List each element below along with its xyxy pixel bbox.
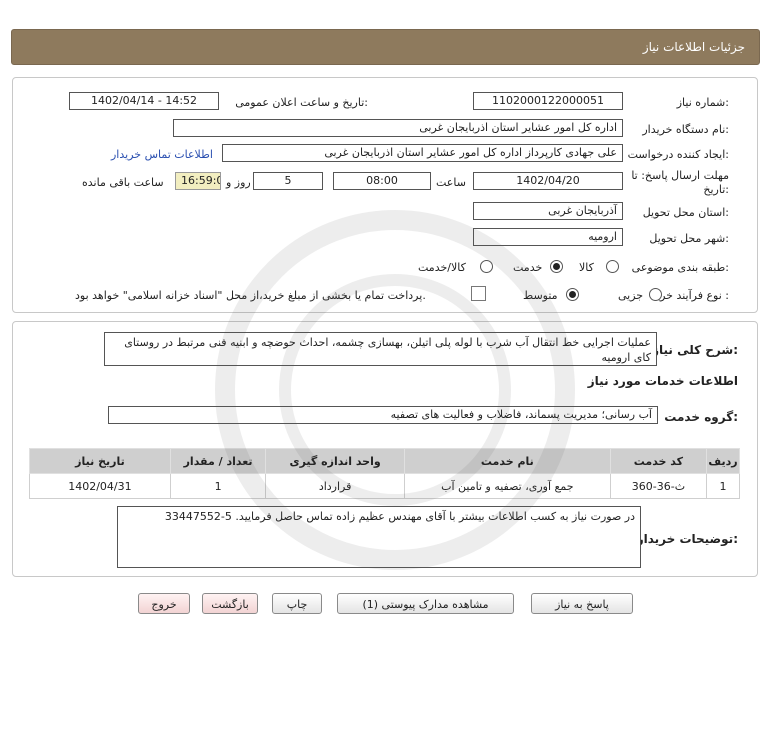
requester-field: علی جهادی کارپرداز اداره کل امور عشایر ا…: [222, 144, 623, 162]
process-option-medium: متوسط: [523, 289, 558, 302]
col-code-header: کد خدمت: [609, 448, 708, 474]
cell-row: 1: [706, 473, 740, 499]
category-label: طبقه بندی موضوعی:: [631, 261, 729, 274]
requester-label: ایجاد کننده درخواست:: [627, 148, 729, 161]
deadline-time-label: ساعت: [436, 176, 466, 189]
process-label: نوع فرآیند خرید :: [651, 289, 729, 302]
deadline-label: مهلت ارسال پاسخ: تا: [631, 169, 729, 182]
col-unit-header: واحد اندازه گیری: [265, 448, 405, 474]
category-option-goods-service: کالا/خدمت: [418, 261, 466, 274]
contact-info-link[interactable]: اطلاعات تماس خریدار: [111, 148, 213, 161]
process-option-minor: جزیی: [618, 289, 644, 302]
process-radio-minor[interactable]: [649, 288, 662, 301]
province-label: استان محل تحویل:: [642, 206, 729, 219]
cell-unit: قرارداد: [265, 473, 405, 499]
col-row-header: ردیف: [706, 448, 740, 474]
days-remaining-field: 5: [253, 172, 323, 190]
need-number-field: 1102000122000051: [473, 92, 623, 110]
col-qty-header: تعداد / مقدار: [169, 448, 267, 474]
announce-field: 1402/04/14 - 14:52: [69, 92, 219, 110]
cell-name: جمع آوری، تصفیه و تامین آب: [403, 473, 611, 499]
province-field: آذربایجان غربی: [473, 202, 623, 220]
announce-label: تاریخ و ساعت اعلان عمومی:: [235, 96, 368, 109]
category-radio-goods[interactable]: [606, 260, 619, 273]
reply-button[interactable]: پاسخ به نیاز: [531, 593, 633, 614]
summary-field: عملیات اجرایی خط انتقال آب شرب با لوله پ…: [104, 332, 657, 366]
page-title: جزئیات اطلاعات نیاز: [642, 40, 745, 54]
process-radio-medium[interactable]: [566, 288, 579, 301]
remaining-time-field: 16:59:03: [175, 172, 221, 190]
service-group-field: آب رسانی؛ مدیریت پسماند، فاضلاب و فعالیت…: [108, 406, 658, 424]
table-row: 1 ث-36-360 جمع آوری، تصفیه و تامین آب قر…: [29, 473, 740, 499]
need-info-panel: شماره نیاز: 1102000122000051 تاریخ و ساع…: [12, 77, 758, 313]
buyer-notes-label: توضیحات خریدار:: [636, 532, 738, 546]
deadline-time-field: 08:00: [333, 172, 431, 190]
services-table: ردیف کد خدمت نام خدمت واحد اندازه گیری ت…: [29, 448, 740, 499]
deadline-date-label: تاریخ:: [703, 183, 729, 196]
buyer-notes-field: در صورت نیاز به کسب اطلاعات بیشتر با آقا…: [117, 506, 641, 568]
remaining-label: ساعت باقی مانده: [82, 176, 164, 189]
category-option-goods: کالا: [579, 261, 594, 274]
treasury-payment-text: پرداخت تمام یا بخشی از مبلغ خرید،از محل …: [75, 289, 426, 302]
need-details-panel: شرح کلی نیاز: عملیات اجرایی خط انتقال آب…: [12, 321, 758, 577]
treasury-payment-checkbox[interactable]: [471, 286, 486, 301]
cell-date: 1402/04/31: [29, 473, 171, 499]
buyer-field: اداره کل امور عشایر استان اذربایجان غربی: [173, 119, 623, 137]
attachments-button[interactable]: مشاهده مدارک پیوستی (1): [337, 593, 514, 614]
cell-code: ث-36-360: [609, 473, 708, 499]
page-header: جزئیات اطلاعات نیاز: [11, 29, 760, 65]
buyer-label: نام دستگاه خریدار:: [642, 123, 729, 136]
col-name-header: نام خدمت: [403, 448, 611, 474]
summary-label: شرح کلی نیاز:: [652, 343, 738, 357]
exit-button[interactable]: خروج: [138, 593, 190, 614]
service-group-label: گروه خدمت:: [664, 410, 738, 424]
col-date-header: تاریخ نیاز: [29, 448, 171, 474]
category-radio-service[interactable]: [550, 260, 563, 273]
need-number-label: شماره نیاز:: [676, 96, 729, 109]
city-field: ارومیه: [473, 228, 623, 246]
back-button[interactable]: بازگشت: [202, 593, 258, 614]
cell-qty: 1: [169, 473, 267, 499]
action-bar: پاسخ به نیاز مشاهده مدارک پیوستی (1) چاپ…: [12, 583, 758, 623]
category-option-service: خدمت: [513, 261, 543, 274]
services-heading: اطلاعات خدمات مورد نیاز: [587, 374, 738, 388]
days-label: روز و: [226, 176, 251, 189]
city-label: شهر محل تحویل:: [649, 232, 729, 245]
category-radio-goods-service[interactable]: [480, 260, 493, 273]
deadline-date-field: 1402/04/20: [473, 172, 623, 190]
print-button[interactable]: چاپ: [272, 593, 322, 614]
